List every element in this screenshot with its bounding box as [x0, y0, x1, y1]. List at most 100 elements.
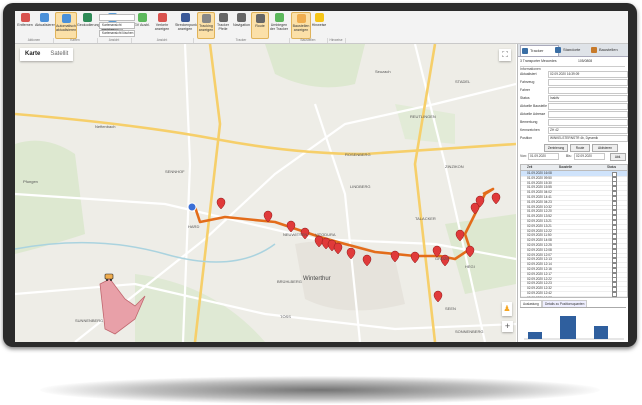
navigation-button[interactable]: Navigation	[233, 12, 250, 37]
gv-ausblenden-button[interactable]: GV Ausbl.	[133, 12, 151, 37]
field-value[interactable]	[548, 103, 628, 110]
auslastung-chart	[520, 308, 626, 341]
route-button[interactable]: Route	[570, 144, 590, 152]
ribbon-button-label: Aktualisieren	[35, 23, 56, 27]
baustellen-anzeigen-icon	[296, 14, 306, 23]
tracker-pfeile-button[interactable]: Tracker Pfeile	[215, 12, 231, 37]
save-view-button[interactable]: Kartenansicht speichern	[99, 22, 135, 32]
geokodierung-button[interactable]: Geokodierung	[77, 12, 100, 37]
map-label-seen: SEEN	[445, 306, 456, 311]
ribbon-button-label: Baustellen anzeigen	[292, 24, 310, 32]
verkehr-anzeigen-button[interactable]: Verkehr anzeigen	[153, 12, 171, 37]
streckenpunkte-anzeigen-button[interactable]: Streckenpunkte anzeigen	[175, 12, 200, 37]
field-label: Position	[520, 136, 533, 140]
map-label-lindberg: LINDBERG	[350, 184, 371, 189]
tab-baustellen[interactable]: Baustellen	[590, 45, 628, 55]
streckenpunkte-anzeigen-icon	[180, 13, 190, 22]
tracker-count-value[interactable]: 105/0808	[578, 59, 592, 63]
field-value[interactable]: ZH 42	[548, 127, 628, 134]
map-label-zinzikon: ZINZIKON	[445, 164, 464, 169]
ribbon-button-label: Automatisch aktualisieren	[56, 24, 77, 32]
field-label: Status	[520, 96, 530, 100]
tracking-anzeigen-icon	[201, 14, 211, 23]
aktualisieren-button[interactable]: Aktualisieren	[35, 12, 56, 37]
ribbon-group-label: Baustellen	[289, 38, 328, 43]
tracking-table: Zeit Baustelle Status 01.09.2020 16:08 01…	[520, 164, 628, 298]
map-label-city: Winterthur	[303, 276, 331, 282]
location-icon	[555, 47, 561, 53]
apply-date-button[interactable]: Akti.	[610, 153, 626, 161]
zentrierung-button[interactable]: Zentrierung	[544, 144, 568, 152]
route-icon	[255, 14, 265, 23]
ribbon-button-label: Hinweise	[311, 23, 327, 27]
field-value[interactable]	[548, 79, 628, 86]
device-shadow	[40, 376, 600, 404]
tracking-anzeigen-button[interactable]: Tracking anzeigen	[197, 12, 215, 39]
col-zeit[interactable]: Zeit	[527, 165, 532, 170]
bar-3	[594, 326, 608, 339]
pegman-icon[interactable]: ♟	[502, 302, 512, 316]
hinweise-icon	[314, 13, 324, 22]
aktivieren-button[interactable]: Aktivieren	[592, 144, 618, 152]
row-checkbox[interactable]	[612, 296, 617, 297]
aktualisieren-icon	[39, 13, 49, 22]
field-value[interactable]	[548, 119, 628, 126]
gv-ausblenden-icon	[137, 13, 147, 22]
tab-standorte[interactable]: Standorte	[554, 45, 591, 55]
view-select-dropdown[interactable]	[99, 14, 135, 21]
date-from-field[interactable]: 01.09.2020	[528, 153, 559, 160]
app-screen: Entfernen Aktualisieren Automatisch aktual…	[15, 11, 628, 342]
field-label: Fahrzeug	[520, 80, 535, 84]
tab-auslastung[interactable]: Auslastung	[520, 300, 542, 307]
map-view[interactable]: Karte Satellit ⛶ ♟ + Winterthur VITODURA…	[15, 44, 516, 342]
ribbon-group-label: Aktionen	[15, 38, 54, 43]
field-label: Aktuelle Adresse	[520, 112, 546, 116]
route-button[interactable]: Route	[251, 12, 269, 39]
date-to-field[interactable]: 02.09.2020	[574, 153, 605, 160]
field-value[interactable]: Inaktiv	[548, 95, 628, 102]
start-marker[interactable]	[187, 202, 197, 212]
ribbon-group-label: Tracker	[193, 38, 290, 43]
umbiegen-tracker-icon	[274, 13, 284, 22]
col-baustelle[interactable]: Baustelle	[559, 165, 572, 170]
fullscreen-icon[interactable]: ⛶	[499, 49, 511, 61]
ribbon-button-label: GV Ausbl.	[134, 23, 150, 27]
entfernen-icon	[20, 13, 30, 22]
field-value[interactable]: 02.09.2020 16:39:09	[548, 71, 628, 78]
auto-aktualisieren-button[interactable]: Automatisch aktualisieren	[55, 12, 77, 39]
tab-satellit[interactable]: Satellit	[45, 48, 73, 61]
entfernen-button[interactable]: Entfernen	[17, 12, 33, 37]
field-value[interactable]: WINKELSTERNSTR 4b, Dynamik	[548, 135, 628, 142]
col-status[interactable]: Status	[607, 165, 616, 170]
field-value[interactable]	[548, 111, 628, 118]
baustellen-anzeigen-button[interactable]: Baustellen anzeigen	[291, 12, 311, 39]
map-label-toess: TÖSS	[280, 314, 291, 319]
ribbon-button-label: Verkehr anzeigen	[154, 23, 170, 31]
map-label-seuzach: Seuzach	[375, 69, 391, 74]
tab-details[interactable]: Details zu Positionsquanten	[542, 300, 588, 307]
tracker-icon	[522, 48, 528, 54]
field-value[interactable]	[548, 87, 628, 94]
tab-baustellen-label: Baustellen	[599, 47, 618, 52]
ribbon-toolbar: Entfernen Aktualisieren Automatisch aktual…	[15, 11, 628, 44]
table-row[interactable]: 02.09.2020 12:37	[521, 296, 627, 297]
ribbon-button-label: Navigation	[233, 23, 250, 27]
tab-karte[interactable]: Karte	[20, 48, 45, 61]
hinweise-button[interactable]: Hinweise	[311, 12, 327, 37]
map-label-reutlingen: REUTLINGEN	[410, 114, 436, 119]
zoom-in-button[interactable]: +	[502, 321, 513, 332]
construction-icon	[591, 47, 597, 53]
map-label-neftenbach: Neftenbach	[95, 124, 116, 129]
map-label-stadel: STADEL	[455, 79, 471, 84]
tracker-count: 3 Transporter Meccedes	[520, 59, 557, 63]
umbiegen-tracker-button[interactable]: Umbiegen der Tracker	[269, 12, 289, 37]
ribbon-button-label: Geokodierung	[77, 23, 100, 27]
map-label-pfungen: Pfungen	[23, 179, 38, 184]
delete-view-button[interactable]: Kartenansicht löschen	[99, 30, 135, 37]
panel-tabs: Tracker Standorte Baustellen	[518, 44, 628, 57]
field-label: Fahrer	[520, 88, 530, 92]
map-label-grueze: GRÜZE	[435, 256, 449, 261]
monitor-frame: Entfernen Aktualisieren Automatisch aktual…	[3, 3, 637, 347]
bar-2	[560, 316, 576, 339]
map-label-sonnenberg: SONNENBERG	[455, 329, 484, 334]
